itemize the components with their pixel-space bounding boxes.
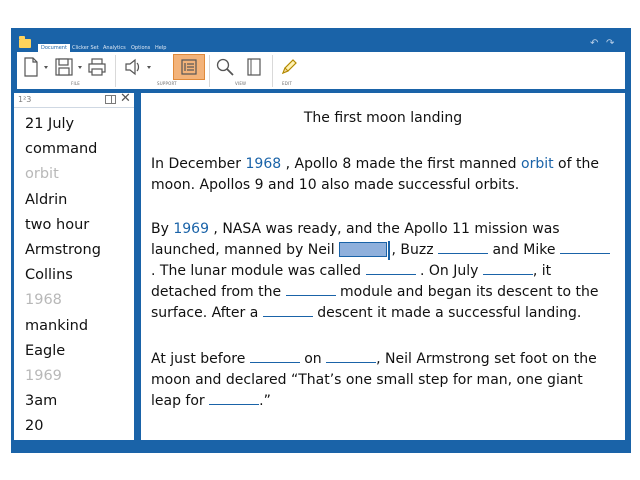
save-button[interactable] <box>52 54 76 80</box>
new-document-button[interactable] <box>20 54 42 80</box>
word-item-used[interactable]: orbit <box>25 164 101 189</box>
word-item[interactable]: command <box>25 139 101 164</box>
speaker-dropdown-icon[interactable] <box>147 66 151 69</box>
pencil-icon <box>281 59 297 75</box>
tab-document[interactable]: Document <box>38 44 70 52</box>
tab-clicker-set[interactable]: Clicker Set <box>72 44 99 52</box>
document-area: The first moon landing In December 1968 … <box>141 93 625 440</box>
paragraph-3: At just before on , Neil Armstrong set f… <box>151 349 615 412</box>
speaker-button[interactable] <box>121 54 145 80</box>
new-dropdown-icon[interactable] <box>44 66 48 69</box>
paragraph-text: , Buzz <box>387 242 439 258</box>
word-bank-title: 1²3 <box>18 95 32 104</box>
filled-gap[interactable]: 1969 <box>173 221 209 237</box>
gap-blank[interactable] <box>285 284 336 296</box>
gap-blank[interactable] <box>365 263 416 275</box>
filled-gap[interactable]: orbit <box>521 156 554 172</box>
print-icon <box>88 58 106 76</box>
word-item[interactable]: 3am <box>25 391 101 416</box>
word-bank-button[interactable] <box>173 54 205 80</box>
page-view-icon <box>247 58 261 76</box>
word-item[interactable]: 21 July <box>25 114 101 139</box>
tab-help[interactable]: Help <box>155 44 166 52</box>
word-bank-panel: 1²3 ✕ 21 July command orbit Aldrin two h… <box>14 92 134 441</box>
gap-blank-active[interactable] <box>339 241 391 260</box>
pencil-button[interactable] <box>277 54 301 80</box>
page-title: The first moon landing <box>303 110 463 126</box>
paragraph-text: on <box>299 351 327 367</box>
paragraph-text: At just before <box>151 351 250 367</box>
redo-icon[interactable]: ↷ <box>606 39 614 49</box>
gap-blank[interactable] <box>249 351 300 363</box>
gap-blank[interactable] <box>209 393 260 405</box>
group-label-support: SUPPORT <box>157 81 177 86</box>
ribbon-separator <box>209 55 210 87</box>
save-icon <box>55 58 73 76</box>
paragraph-2: By 1969 , NASA was ready, and the Apollo… <box>151 219 615 324</box>
word-item[interactable]: two hour <box>25 215 101 240</box>
group-label-view: VIEW <box>235 81 247 86</box>
zoom-button[interactable] <box>213 54 237 80</box>
word-item[interactable]: Armstrong <box>25 240 101 265</box>
word-item[interactable]: Eagle <box>25 341 101 366</box>
tab-options[interactable]: Options <box>131 44 150 52</box>
paragraph-text: descent it made a successful landing. <box>312 305 582 321</box>
paragraph-1: In December 1968 , Apollo 8 made the fir… <box>151 154 615 196</box>
gap-blank[interactable] <box>326 351 377 363</box>
paragraph-text: , Apollo 8 made the first manned <box>281 156 521 172</box>
tab-analytics[interactable]: Analytics <box>103 44 126 52</box>
gap-blank[interactable] <box>559 242 610 254</box>
paragraph-text: . On July <box>415 263 483 279</box>
word-item-used[interactable]: 1969 <box>25 366 101 391</box>
print-button[interactable] <box>85 54 109 80</box>
word-item[interactable]: Collins <box>25 265 101 290</box>
filled-gap[interactable]: 1968 <box>246 156 282 172</box>
word-bank-icon <box>181 59 197 75</box>
zoom-icon <box>216 58 234 76</box>
paragraph-text: .” <box>259 393 271 409</box>
word-item[interactable]: 20 <box>25 416 101 441</box>
group-label-file: FILE <box>71 81 81 86</box>
speaker-icon <box>125 58 140 76</box>
paragraph-text: . The lunar module was called <box>151 263 366 279</box>
group-label-edit: EDIT <box>282 81 293 86</box>
undo-icon[interactable]: ↶ <box>590 39 598 49</box>
word-item[interactable]: mankind <box>25 316 101 341</box>
page-view-button[interactable] <box>242 54 266 80</box>
ribbon-toolbar: FILE SUPPORT VIEW EDIT <box>17 52 625 89</box>
word-list: 21 July command orbit Aldrin two hour Ar… <box>25 114 101 441</box>
ribbon-separator <box>115 55 116 87</box>
gap-blank[interactable] <box>262 305 313 317</box>
word-item-used[interactable]: 1968 <box>25 290 101 315</box>
word-item[interactable]: Aldrin <box>25 190 101 215</box>
panel-layout-icon[interactable] <box>105 95 116 104</box>
new-document-icon <box>24 57 38 77</box>
close-icon[interactable]: ✕ <box>120 92 131 106</box>
folder-icon[interactable] <box>19 36 31 48</box>
paragraph-text: In December <box>151 156 246 172</box>
word-bank-header: 1²3 ✕ <box>14 92 134 108</box>
gap-blank[interactable] <box>482 263 533 275</box>
tab-bar: Document Clicker Set Analytics Options H… <box>11 28 631 52</box>
save-dropdown-icon[interactable] <box>78 66 82 69</box>
paragraph-text: By <box>151 221 174 237</box>
gap-blank[interactable] <box>438 242 489 254</box>
paragraph-text: and Mike <box>488 242 560 258</box>
ribbon-separator <box>272 55 273 87</box>
